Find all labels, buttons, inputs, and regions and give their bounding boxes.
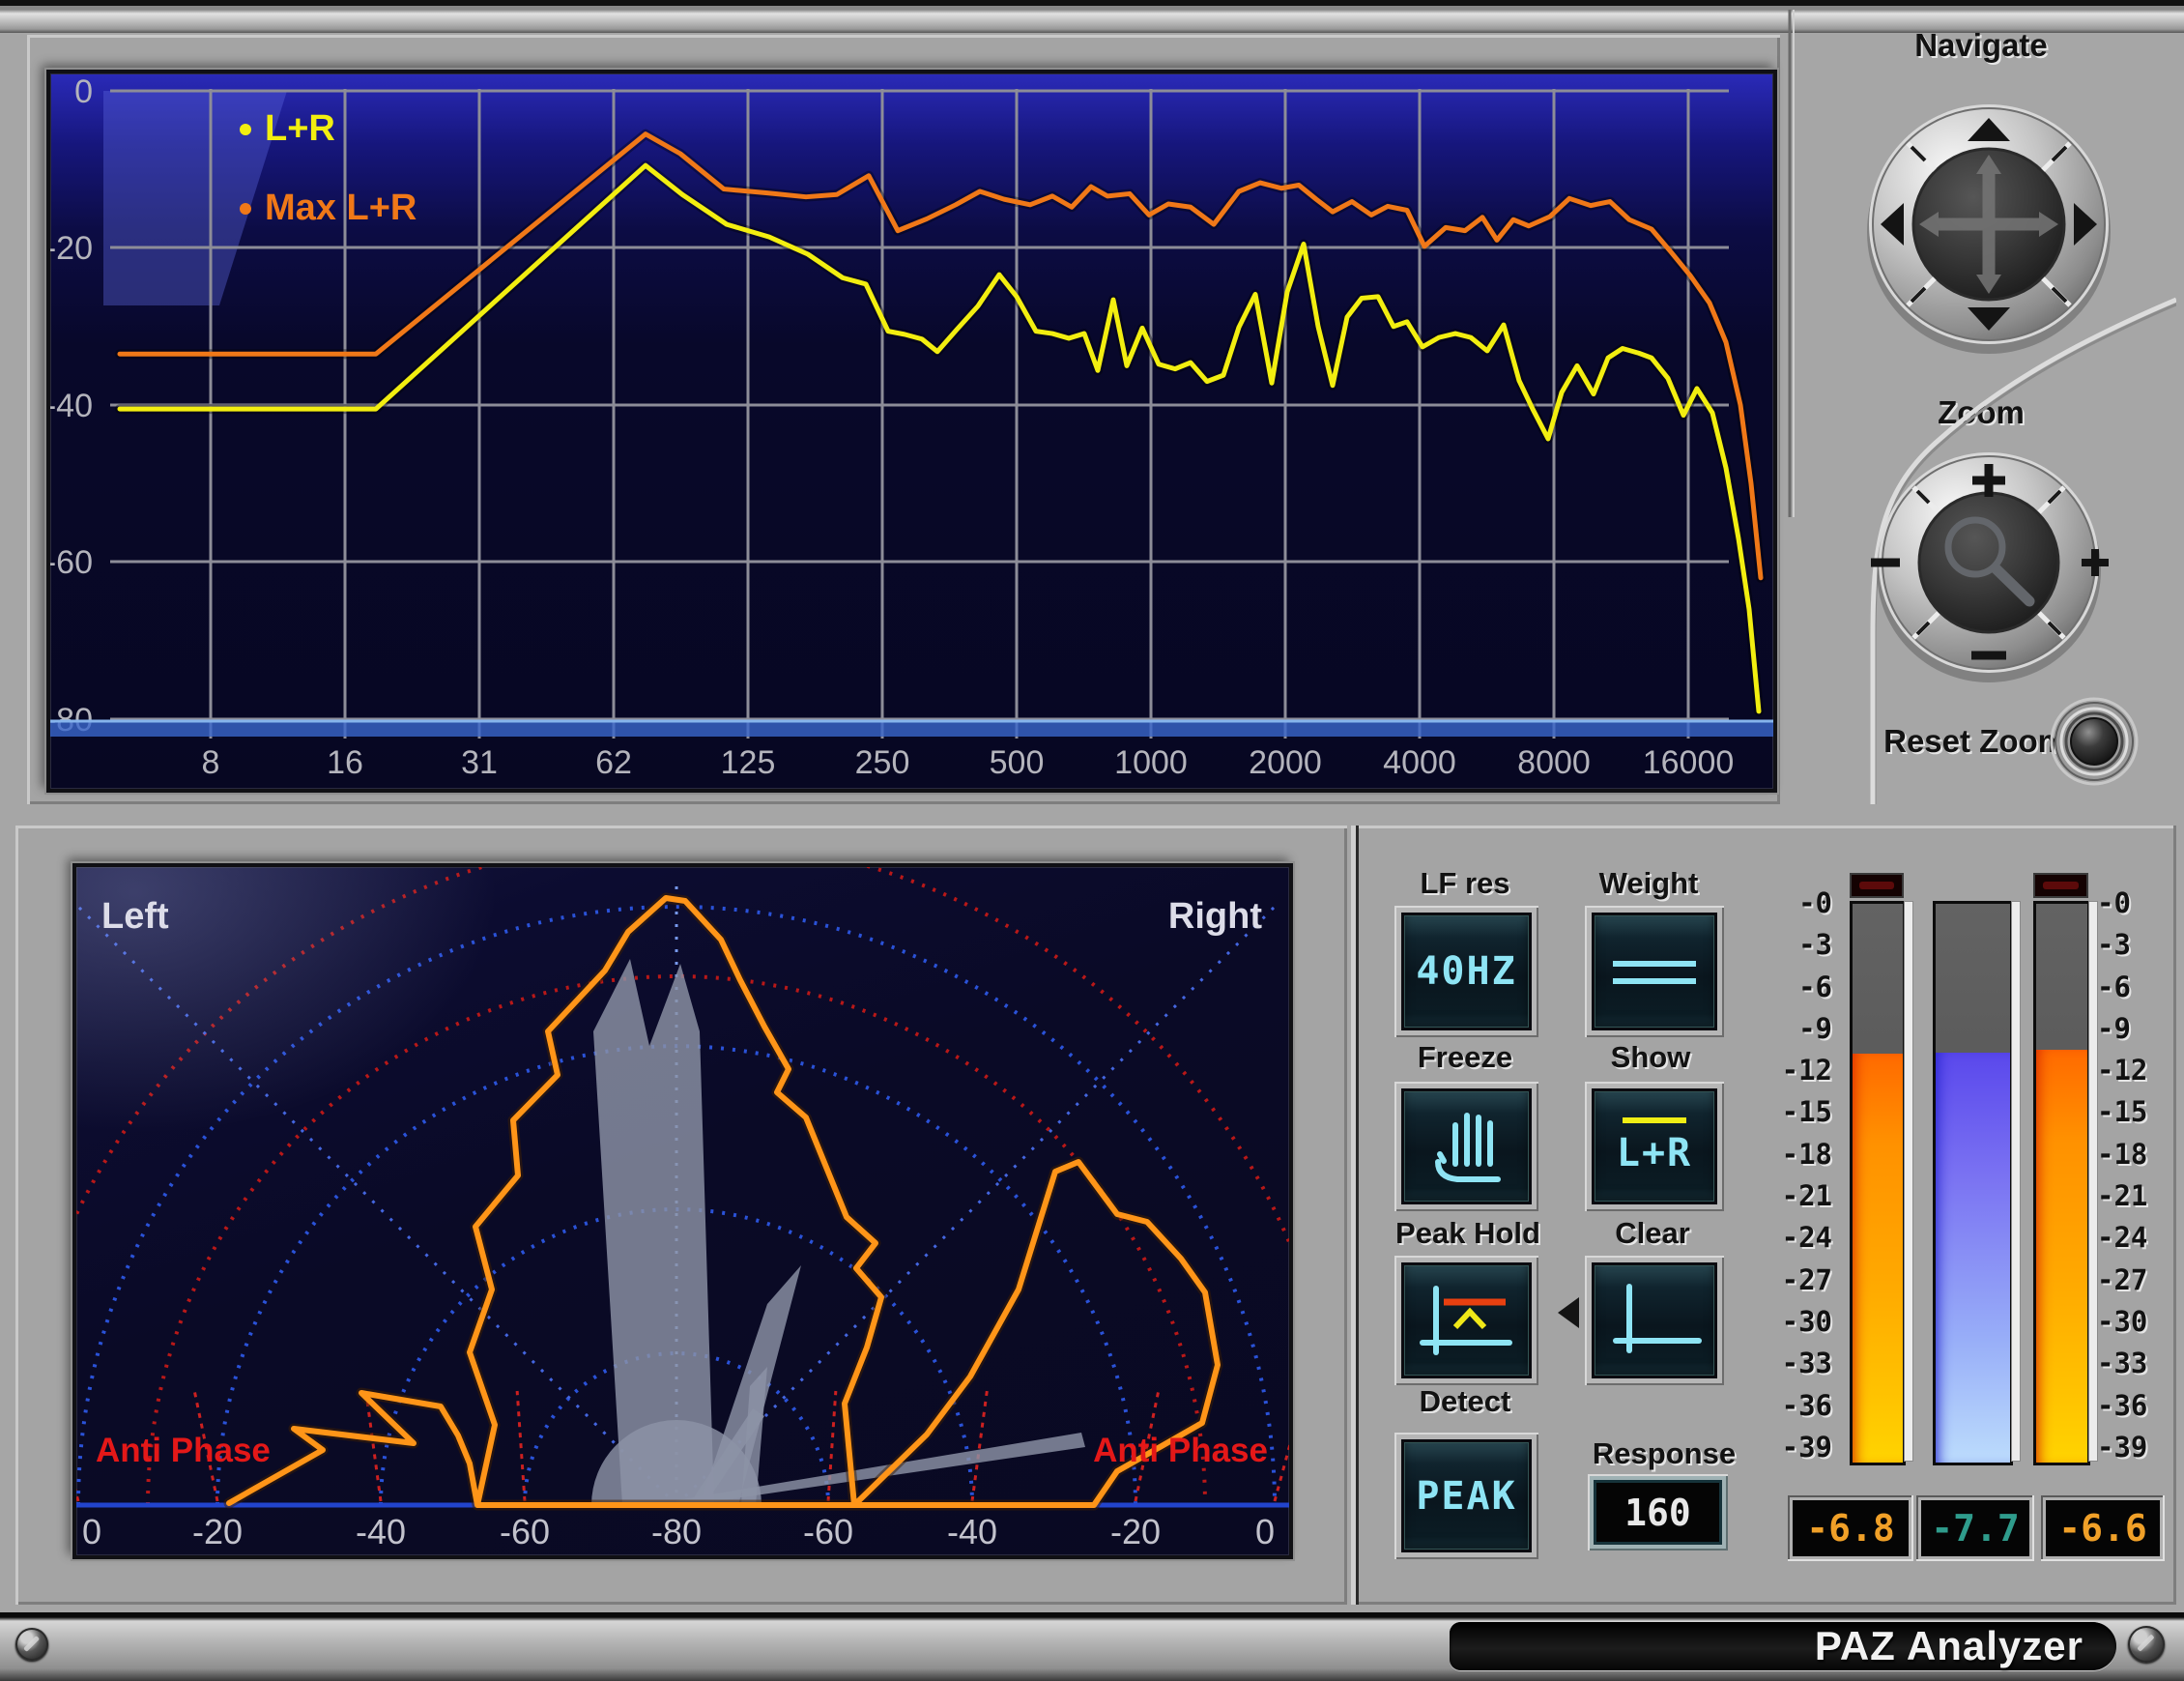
detect-value: PEAK xyxy=(1416,1474,1516,1519)
polar-display: 0 -20 -40 -60 -80 -60 -40 -20 0 Left Right Anti … xyxy=(72,863,1293,1559)
response-value: 160 xyxy=(1624,1492,1691,1534)
freeze-button[interactable] xyxy=(1394,1082,1538,1211)
reset-zoom-button[interactable] xyxy=(2052,699,2137,784)
meter-scale-left: -0-3-6 -9-12-15 -18-21-24 -27-30-33 -36-… xyxy=(1753,889,1832,1462)
svg-text:8000: 8000 xyxy=(1517,744,1591,781)
level-meter-left xyxy=(1850,901,1906,1465)
navigate-knob[interactable] xyxy=(1867,104,2111,354)
legend-lr: L+R xyxy=(240,108,335,150)
clip-led-right[interactable] xyxy=(2033,873,2088,898)
controls-panel: LF res 40HZ Weight Freeze xyxy=(1351,826,2176,1605)
spectrum-chart: 8 16 31 62 125 250 500 1000 2000 4000 8000 16000 0 -2… xyxy=(50,73,1773,789)
svg-text:2000: 2000 xyxy=(1249,744,1322,781)
level-meter-mid xyxy=(1933,901,2013,1465)
peak-hold-icon xyxy=(1409,1277,1525,1364)
polar-right-label: Right xyxy=(1168,896,1262,938)
readout-mid: -7.7 xyxy=(1916,1495,2034,1561)
svg-text:62: 62 xyxy=(595,744,632,781)
lf-res-label: LF res xyxy=(1390,866,1540,901)
svg-text:-60: -60 xyxy=(500,1512,550,1551)
weight-label: Weight xyxy=(1583,866,1714,901)
svg-text:0: 0 xyxy=(74,73,93,110)
svg-text:-40: -40 xyxy=(50,388,93,424)
svg-text:-20: -20 xyxy=(192,1512,243,1551)
response-label: Response xyxy=(1577,1436,1751,1471)
svg-text:-60: -60 xyxy=(803,1512,853,1551)
antiphase-right-label: Anti Phase xyxy=(1093,1432,1268,1470)
svg-text:-60: -60 xyxy=(50,544,93,581)
link-pointer-icon xyxy=(1558,1297,1579,1328)
legend-label-lr: L+R xyxy=(265,108,335,150)
clear-button[interactable] xyxy=(1585,1256,1724,1385)
detect-button[interactable]: PEAK xyxy=(1394,1433,1538,1559)
lf-res-button[interactable]: 40HZ xyxy=(1394,906,1538,1037)
polar-left-label: Left xyxy=(101,896,169,938)
waves-corner-icon[interactable] xyxy=(15,1628,48,1661)
legend-label-max-lr: Max L+R xyxy=(265,188,417,229)
meter-scale-right: -0-3-6 -9-12-15 -18-21-24 -27-30-33 -36-… xyxy=(2097,889,2176,1462)
legend-dot-lr xyxy=(240,124,251,135)
svg-text:125: 125 xyxy=(721,744,776,781)
detect-label: Detect xyxy=(1390,1384,1540,1419)
paz-analyzer-window: 81631621252505001000200040008000160000-2… xyxy=(0,0,2184,1681)
svg-text:4000: 4000 xyxy=(1383,744,1456,781)
svg-text:-20: -20 xyxy=(1110,1512,1161,1551)
spectrum-display: 8 16 31 62 125 250 500 1000 2000 4000 8000 16000 0 -2… xyxy=(46,70,1777,793)
plugin-status-bar: PAZ Analyzer xyxy=(0,1612,2184,1681)
weight-button[interactable] xyxy=(1585,906,1724,1037)
weight-flat-icon xyxy=(1601,942,1708,1000)
svg-text:31: 31 xyxy=(461,744,498,781)
freeze-hand-icon xyxy=(1409,1098,1525,1195)
svg-text:-40: -40 xyxy=(947,1512,997,1551)
svg-text:-40: -40 xyxy=(356,1512,406,1551)
svg-text:0: 0 xyxy=(82,1512,101,1551)
clear-axes-icon xyxy=(1596,1277,1712,1364)
svg-text:-20: -20 xyxy=(50,230,93,267)
svg-text:0: 0 xyxy=(1255,1512,1275,1551)
nav-zoom-cluster xyxy=(1786,10,2176,804)
show-yellow-bar-icon xyxy=(1623,1117,1686,1123)
response-field[interactable]: 160 xyxy=(1588,1474,1728,1551)
plugin-title: PAZ Analyzer xyxy=(1815,1623,2083,1669)
plugin-name-badge: PAZ Analyzer xyxy=(1450,1622,2116,1670)
clip-led-left[interactable] xyxy=(1850,873,1904,898)
svg-text:16000: 16000 xyxy=(1643,744,1735,781)
svg-text:-80: -80 xyxy=(651,1512,702,1551)
zoom-knob[interactable] xyxy=(1871,452,2109,682)
level-meter-right xyxy=(2033,901,2090,1465)
show-button[interactable]: L+R xyxy=(1585,1082,1724,1211)
peak-hold-label: Peak Hold xyxy=(1386,1216,1550,1251)
legend-dot-max-lr xyxy=(240,203,251,215)
peak-hold-button[interactable] xyxy=(1394,1256,1538,1385)
svg-text:250: 250 xyxy=(855,744,910,781)
lf-res-value: 40HZ xyxy=(1416,949,1516,994)
svg-text:16: 16 xyxy=(327,744,363,781)
show-value: L+R xyxy=(1617,1131,1692,1175)
svg-text:500: 500 xyxy=(990,744,1045,781)
freeze-label: Freeze xyxy=(1390,1040,1540,1075)
readout-right: -6.6 xyxy=(2041,1495,2165,1561)
svg-text:1000: 1000 xyxy=(1114,744,1188,781)
readout-left: -6.8 xyxy=(1788,1495,1913,1561)
antiphase-left-label: Anti Phase xyxy=(96,1432,271,1470)
badge-knob-icon[interactable] xyxy=(2128,1626,2165,1663)
legend-max-lr: Max L+R xyxy=(240,188,417,229)
svg-text:8: 8 xyxy=(202,744,220,781)
clear-label: Clear xyxy=(1587,1216,1718,1251)
show-label: Show xyxy=(1585,1040,1716,1075)
